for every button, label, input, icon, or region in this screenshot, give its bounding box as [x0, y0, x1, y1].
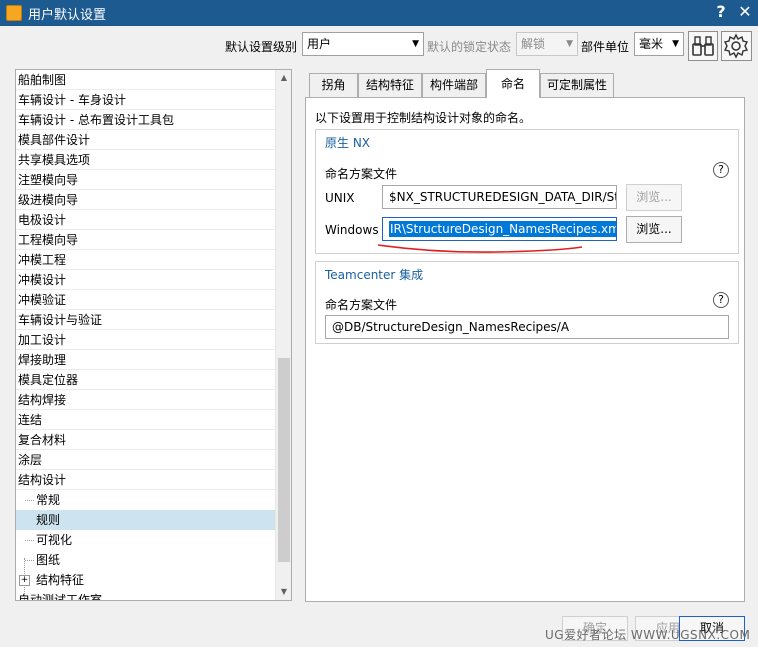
tree-item[interactable]: 加工设计 [16, 330, 276, 350]
tree-child-item[interactable]: 结构特征 [16, 570, 276, 590]
tab-corner[interactable]: 拐角 [309, 73, 358, 97]
tree-scrollbar[interactable]: ▲ ▼ [275, 70, 291, 600]
tree-item[interactable]: 车辆设计 - 车身设计 [16, 90, 276, 110]
scroll-down-icon[interactable]: ▼ [276, 584, 291, 600]
tree-item[interactable]: 级进模向导 [16, 190, 276, 210]
tree-item[interactable]: 冲模工程 [16, 250, 276, 270]
find-button[interactable] [688, 31, 718, 61]
tree-child-item[interactable]: 可视化 [16, 530, 276, 550]
tab-naming[interactable]: 命名 [486, 69, 540, 98]
tree-item[interactable]: 冲模设计 [16, 270, 276, 290]
teamcenter-group-title: Teamcenter 集成 [325, 268, 424, 282]
category-tree[interactable]: 船舶制图 车辆设计 - 车身设计 车辆设计 - 总布置设计工具包 模具部件设计 … [15, 69, 292, 601]
unix-browse-button[interactable]: 浏览... [626, 184, 682, 211]
nx-scheme-label: 命名方案文件 [325, 167, 398, 181]
settings-button[interactable] [721, 31, 752, 61]
forum-watermark: UG爱好者论坛 WWW.UGSNX.COM [545, 628, 751, 642]
window-title: 用户默认设置 [28, 8, 107, 23]
windows-label: Windows [325, 223, 379, 237]
tree-item[interactable]: 结构焊接 [16, 390, 276, 410]
tree-item[interactable]: 车辆设计 - 总布置设计工具包 [16, 110, 276, 130]
scroll-thumb[interactable] [278, 358, 290, 562]
tree-item[interactable]: 模具部件设计 [16, 130, 276, 150]
teamcenter-group: Teamcenter 集成 命名方案文件 ? @DB/StructureDesi… [315, 261, 739, 344]
tree-item[interactable]: 车辆设计与验证 [16, 310, 276, 330]
gear-icon [723, 33, 749, 59]
lock-dropdown[interactable]: 解锁 ▼ [516, 32, 578, 56]
scroll-up-icon[interactable]: ▲ [276, 70, 291, 86]
unix-path-field[interactable]: $NX_STRUCTUREDESIGN_DATA_DIR/St [382, 185, 617, 209]
level-label: 默认设置级别 [225, 40, 298, 54]
chevron-down-icon: ▼ [672, 39, 679, 49]
chevron-down-icon: ▼ [412, 39, 419, 49]
nx-group-title: 原生 NX [325, 136, 371, 150]
tree-item-structure-design[interactable]: 结构设计 [16, 470, 276, 490]
close-button[interactable]: ✕ [736, 2, 754, 22]
app-icon [6, 5, 22, 21]
panel-intro: 以下设置用于控制结构设计对象的命名。 [315, 111, 532, 125]
tree-child-item[interactable]: 常规 [16, 490, 276, 510]
level-value: 用户 [307, 37, 332, 51]
tree-item[interactable]: 自动测试工作室 [16, 590, 276, 600]
tree-item[interactable]: 注塑模向导 [16, 170, 276, 190]
title-bar: 用户默认设置 ? ✕ [0, 0, 758, 26]
lock-value: 解锁 [521, 37, 546, 51]
chevron-down-icon: ▼ [566, 39, 573, 49]
tree-item[interactable]: 电极设计 [16, 210, 276, 230]
tree-item[interactable]: 焊接助理 [16, 350, 276, 370]
tree-item[interactable]: 涂层 [16, 450, 276, 470]
tab-structural-feature[interactable]: 结构特征 [358, 73, 422, 97]
naming-panel: 以下设置用于控制结构设计对象的命名。 原生 NX 命名方案文件 ? UNIX $… [305, 97, 745, 602]
windows-path-field[interactable]: IR\StructureDesign_NamesRecipes.xm [382, 217, 617, 241]
unit-value: 毫米 [639, 37, 664, 51]
windows-browse-button[interactable]: 浏览... [626, 216, 682, 243]
unix-label: UNIX [325, 191, 355, 205]
level-dropdown[interactable]: 用户 ▼ [302, 32, 424, 56]
teamcenter-path-field[interactable]: @DB/StructureDesign_NamesRecipes/A [325, 315, 729, 339]
tree-item[interactable]: 连结 [16, 410, 276, 430]
nx-group: 原生 NX 命名方案文件 ? UNIX $NX_STRUCTUREDESIGN_… [315, 129, 739, 254]
tree-item[interactable]: 共享模具选项 [16, 150, 276, 170]
binoculars-icon [692, 36, 714, 56]
tree-item[interactable]: 工程模向导 [16, 230, 276, 250]
red-underline-annotation [377, 244, 583, 253]
tree-item[interactable]: 复合材料 [16, 430, 276, 450]
windows-path-value: IR\StructureDesign_NamesRecipes.xm [389, 221, 616, 237]
help-button[interactable]: ? [712, 2, 730, 22]
tree-item[interactable]: 模具定位器 [16, 370, 276, 390]
tree-child-item-selected[interactable]: 规则 [16, 510, 276, 530]
lock-label: 默认的锁定状态 [427, 40, 512, 54]
help-icon[interactable]: ? [713, 292, 729, 308]
help-icon[interactable]: ? [713, 162, 729, 178]
tab-custom-attributes[interactable]: 可定制属性 [540, 73, 614, 97]
tab-member-end[interactable]: 构件端部 [422, 73, 486, 97]
teamcenter-scheme-label: 命名方案文件 [325, 298, 398, 312]
unit-label: 部件单位 [581, 40, 630, 54]
unit-dropdown[interactable]: 毫米 ▼ [634, 32, 684, 56]
tree-item[interactable]: 冲模验证 [16, 290, 276, 310]
tree-item[interactable]: 船舶制图 [16, 70, 276, 90]
tree-child-item[interactable]: 图纸 [16, 550, 276, 570]
